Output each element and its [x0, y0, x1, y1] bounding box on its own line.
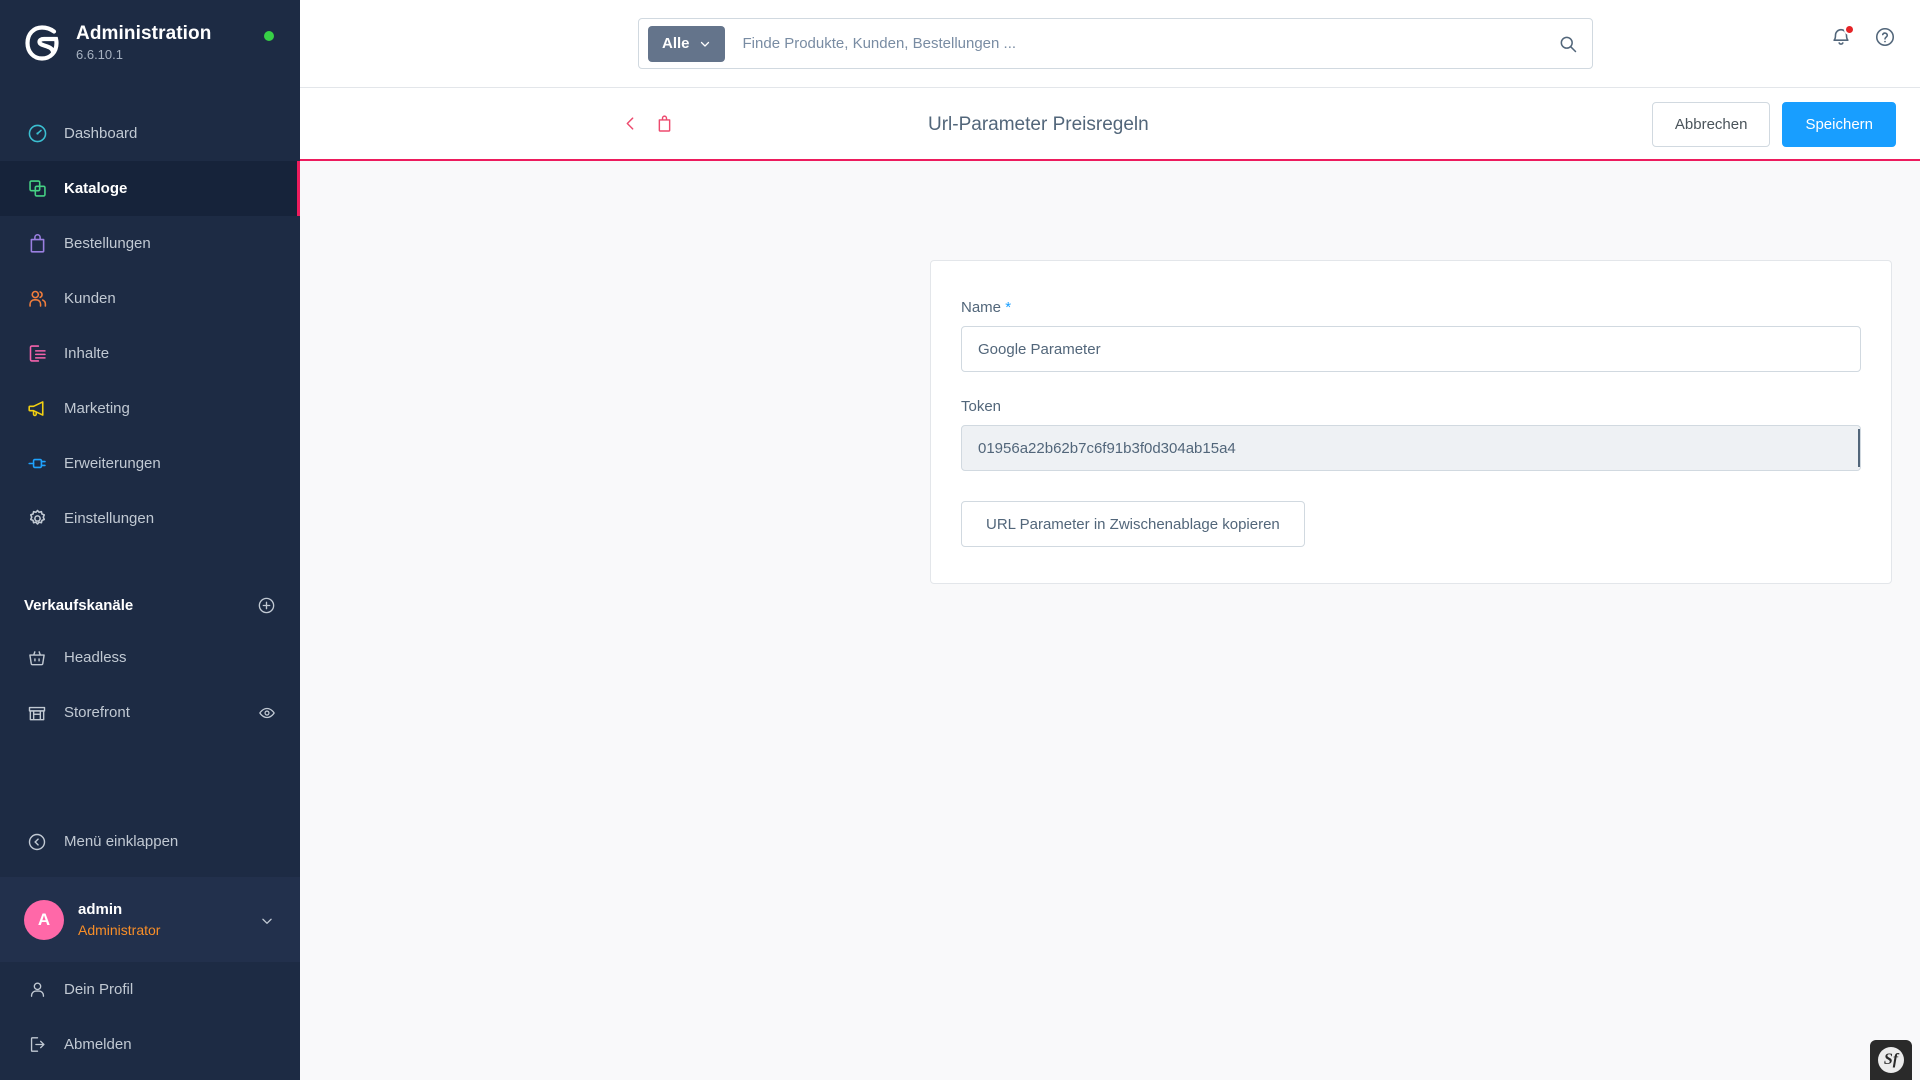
storefront-icon [24, 703, 50, 723]
content-area: Name * Token URL Parameter in Zwischenab… [300, 161, 1920, 1080]
user-menu-trigger[interactable]: A admin Administrator [0, 877, 300, 962]
sidebar-item-label: Bestellungen [64, 235, 151, 252]
sidebar-item-label: Erweiterungen [64, 455, 161, 472]
sidebar-item-dashboard[interactable]: Dashboard [0, 106, 300, 161]
sidebar-item-label: Storefront [64, 704, 130, 721]
sales-channel-section-header: Verkaufskanäle [0, 588, 300, 622]
sidebar-item-kunden[interactable]: Kunden [0, 271, 300, 326]
eye-icon[interactable] [258, 704, 276, 722]
name-label-text: Name [961, 299, 1002, 316]
page-title: Url-Parameter Preisregeln [928, 113, 1149, 135]
sidebar-app-title: Administration [76, 22, 212, 44]
smart-bar-left [300, 114, 674, 133]
save-button[interactable]: Speichern [1782, 102, 1896, 147]
plugin-icon [24, 453, 50, 474]
text-cursor [1858, 429, 1860, 467]
sidebar-item-label: Headless [64, 649, 127, 666]
status-dot [264, 31, 274, 41]
token-field-label: Token [961, 398, 1002, 415]
name-field-group: Name * [961, 299, 1861, 372]
sidebar-item-erweiterungen[interactable]: Erweiterungen [0, 436, 300, 491]
topbar: Alle [300, 0, 1920, 88]
cancel-button[interactable]: Abbrechen [1651, 102, 1771, 147]
logout-icon [24, 1035, 50, 1054]
sidebar-item-einstellungen[interactable]: Einstellungen [0, 491, 300, 546]
search-input[interactable] [742, 19, 1558, 68]
main-area: Alle Finde Produkte, Kunden, Bestellunge… [300, 0, 1920, 1080]
sidebar-nav: Dashboard Kataloge Bestellungen Kunden I… [0, 106, 300, 546]
sidebar-item-label: Dashboard [64, 125, 138, 142]
smart-bar-actions: Abbrechen Speichern [1651, 88, 1896, 161]
chevron-left-icon[interactable] [622, 115, 639, 132]
topbar-actions [1830, 24, 1896, 48]
copy-url-parameter-button[interactable]: URL Parameter in Zwischenablage kopieren [961, 501, 1305, 547]
sidebar-header[interactable]: Administration 6.6.10.1 [0, 0, 300, 86]
sidebar-item-label: Abmelden [64, 1036, 132, 1053]
token-field-group: Token [961, 398, 1861, 471]
help-circle-icon[interactable] [1874, 26, 1896, 48]
sidebar-item-abmelden[interactable]: Abmelden [0, 1017, 300, 1072]
gear-icon [24, 508, 50, 529]
orders-bag-icon[interactable] [655, 114, 674, 133]
sidebar-item-kataloge[interactable]: Kataloge [0, 161, 300, 216]
sales-channel-title: Verkaufskanäle [24, 596, 134, 614]
user-name: admin [78, 900, 123, 918]
content-icon [24, 343, 50, 364]
sidebar-item-label: Kataloge [64, 180, 128, 197]
chevron-left-circle-icon [24, 832, 50, 852]
orders-bag-icon [24, 233, 50, 254]
global-search: Alle [638, 18, 1593, 69]
copy-action-row: URL Parameter in Zwischenablage kopieren [961, 501, 1861, 547]
plus-circle-icon[interactable] [257, 596, 276, 615]
smart-bar: Url-Parameter Preisregeln Abbrechen Spei… [300, 88, 1920, 161]
sidebar-item-label: Dein Profil [64, 981, 134, 998]
basket-icon [24, 648, 50, 668]
dashboard-icon [24, 123, 50, 144]
search-scope-selector[interactable]: Alle [648, 25, 725, 62]
sidebar-item-inhalte[interactable]: Inhalte [0, 326, 300, 381]
symfony-logo-icon: Sf [1878, 1047, 1904, 1073]
symfony-profiler-badge[interactable]: Sf [1870, 1040, 1912, 1080]
collapse-menu-button[interactable]: Menü einklappen [0, 814, 300, 869]
sidebar-item-storefront[interactable]: Storefront [0, 685, 300, 740]
token-input[interactable] [961, 425, 1861, 471]
customers-icon [24, 288, 50, 309]
sidebar-item-dein-profil[interactable]: Dein Profil [0, 962, 300, 1017]
required-marker: * [1005, 299, 1012, 316]
chevron-down-icon [260, 914, 274, 933]
user-icon [24, 980, 50, 999]
sidebar-item-headless[interactable]: Headless [0, 630, 300, 685]
bell-icon[interactable] [1830, 24, 1855, 48]
name-field-label: Name * [961, 299, 1861, 317]
sidebar-item-label: Inhalte [64, 345, 110, 362]
sidebar-item-label: Marketing [64, 400, 130, 417]
sidebar-item-marketing[interactable]: Marketing [0, 381, 300, 436]
url-parameter-form-card: Name * Token URL Parameter in Zwischenab… [930, 260, 1892, 584]
chevron-down-icon [699, 38, 711, 50]
collapse-menu-label: Menü einklappen [64, 833, 179, 850]
sidebar: Administration 6.6.10.1 Dashboard Katalo… [0, 0, 300, 1080]
search-scope-label: Alle [662, 35, 690, 52]
megaphone-icon [24, 398, 50, 419]
sidebar-item-label: Kunden [64, 290, 116, 307]
user-role: Administrator [78, 921, 161, 938]
notification-badge [1844, 24, 1855, 35]
sidebar-item-label: Einstellungen [64, 510, 155, 527]
name-input[interactable] [961, 326, 1861, 372]
search-icon[interactable] [1558, 34, 1584, 54]
sidebar-app-version: 6.6.10.1 [76, 46, 123, 62]
avatar: A [24, 899, 64, 940]
shopware-logo-icon [24, 24, 62, 62]
catalog-icon [24, 178, 50, 199]
app-root: Administration 6.6.10.1 Dashboard Katalo… [0, 0, 1920, 1080]
sidebar-item-bestellungen[interactable]: Bestellungen [0, 216, 300, 271]
